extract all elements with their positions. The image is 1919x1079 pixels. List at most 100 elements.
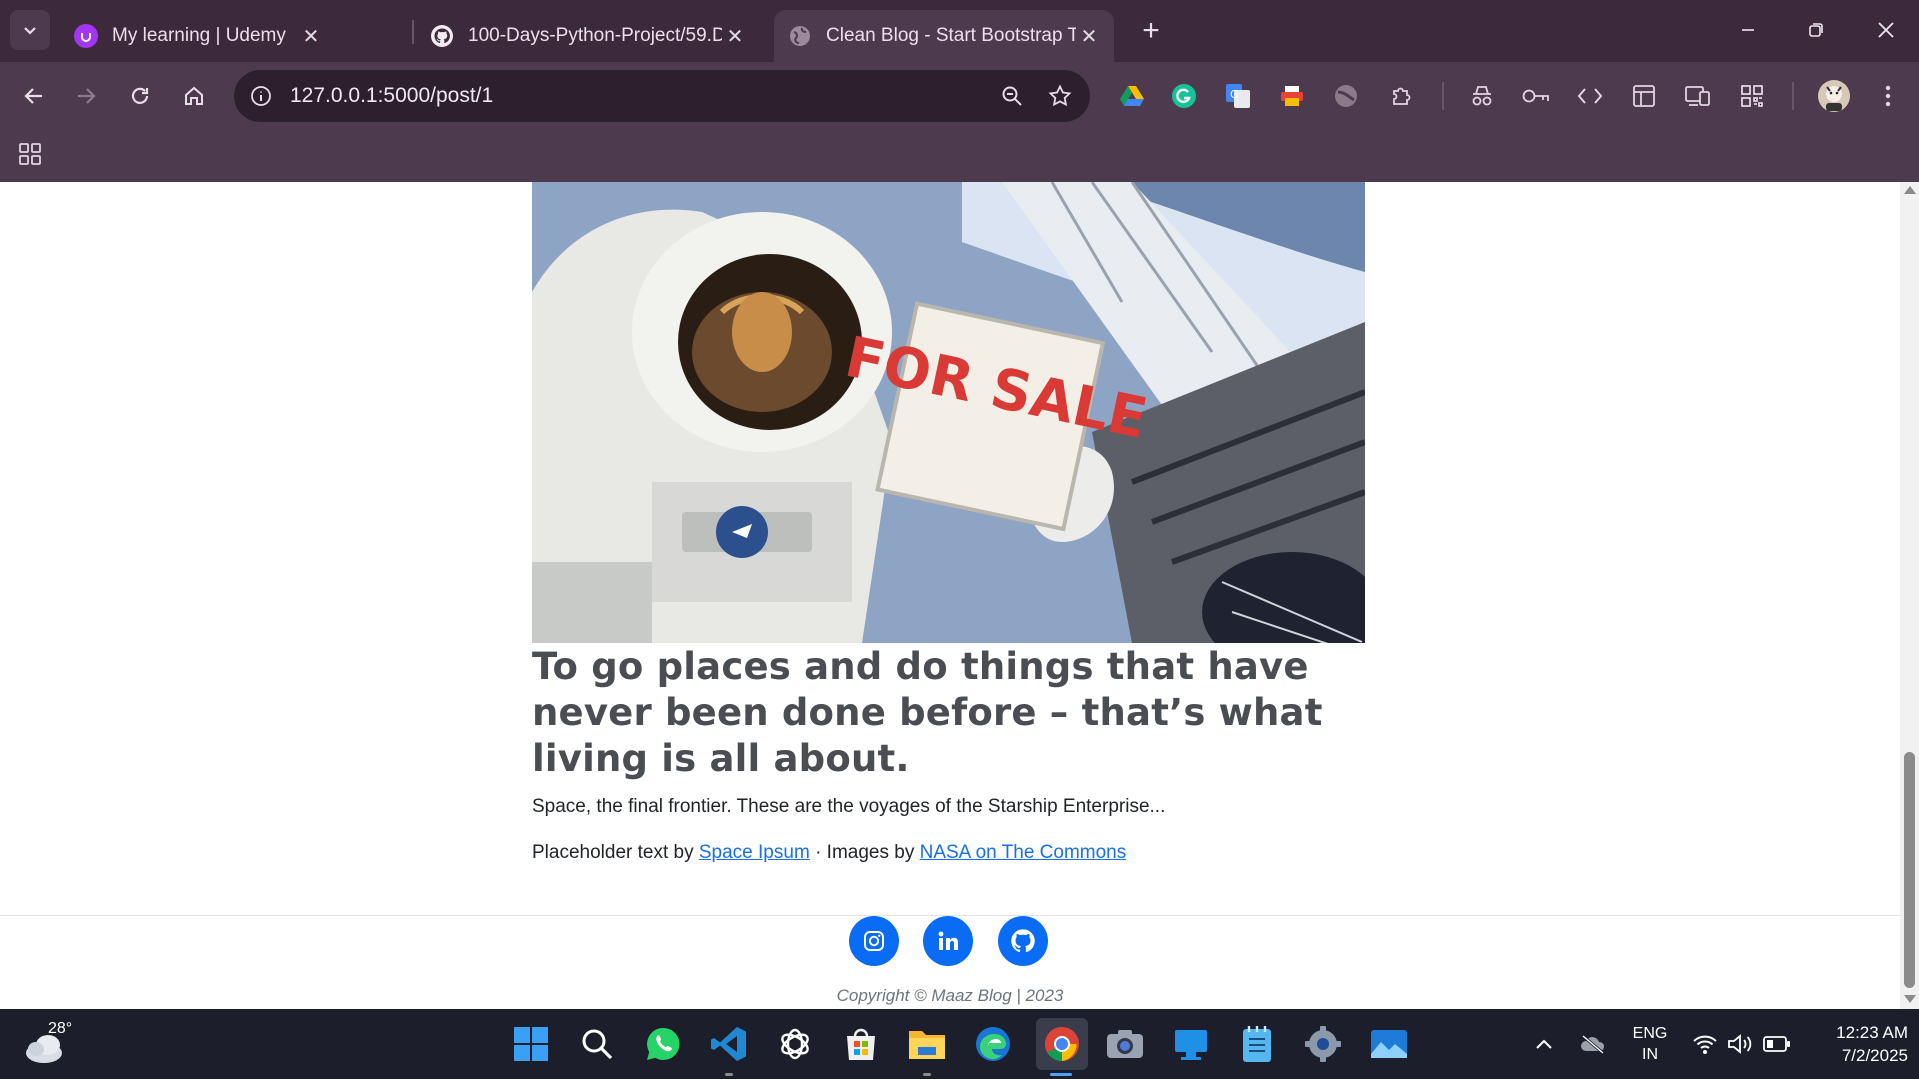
notepad-icon[interactable] [1236, 1023, 1278, 1065]
device-icon[interactable] [1680, 78, 1716, 114]
post-hero-image: FOR SALE [532, 182, 1365, 643]
tab-udemy[interactable]: My learning | Udemy ✕ [60, 10, 336, 62]
camera-icon[interactable] [1104, 1023, 1146, 1065]
credit-mid: · Images by [815, 842, 915, 863]
site-info-icon[interactable] [246, 81, 276, 111]
profile-avatar[interactable] [1814, 76, 1854, 116]
scroll-down-arrow-icon[interactable] [1904, 995, 1916, 1003]
region-code: IN [1642, 1046, 1658, 1063]
weather-widget[interactable]: 28° [24, 1019, 84, 1069]
page-viewport: FOR SALE To go places and do things that… [0, 182, 1919, 1009]
tab-title: 100-Days-Python-Project/59.Da [468, 25, 722, 46]
vscode-running-indicator [725, 1073, 733, 1076]
qr-icon[interactable] [1734, 78, 1770, 114]
photos-icon[interactable] [1368, 1023, 1410, 1065]
github-icon [1011, 929, 1035, 953]
close-icon[interactable]: ✕ [298, 23, 324, 49]
linkedin-button[interactable] [923, 916, 973, 966]
battery-icon[interactable] [1762, 1029, 1792, 1059]
close-icon[interactable]: ✕ [722, 23, 748, 49]
toolbar-divider [1792, 82, 1794, 110]
windows-taskbar: 28° ENG IN 12:23 AM 7/2/2025 [0, 1009, 1919, 1079]
page-scrollbar[interactable] [1900, 182, 1919, 1009]
vscode-icon[interactable] [708, 1023, 750, 1065]
grammarly-icon[interactable] [1166, 78, 1202, 114]
tab-divider [412, 20, 414, 44]
tab-title: My learning | Udemy [112, 25, 286, 46]
zoom-icon[interactable] [994, 78, 1030, 114]
windows-start-icon[interactable] [510, 1023, 552, 1065]
language-code: ENG [1632, 1025, 1668, 1042]
tab-github[interactable]: 100-Days-Python-Project/59.Da ✕ [416, 10, 760, 62]
reload-button[interactable] [120, 76, 160, 116]
microsoft-store-icon[interactable] [840, 1023, 882, 1065]
explorer-running-indicator [923, 1073, 931, 1076]
close-window-button[interactable] [1866, 10, 1906, 50]
tab-strip: My learning | Udemy ✕ 100-Days-Python-Pr… [0, 0, 1919, 62]
whatsapp-icon[interactable] [642, 1023, 684, 1065]
post-body: Space, the final frontier. These are the… [532, 796, 1166, 817]
post-credit: Placeholder text by Space Ipsum · Images… [532, 842, 1365, 864]
space-ipsum-link[interactable]: Space Ipsum [699, 842, 810, 863]
browser-toolbar: 127.0.0.1:5000/post/1 G [0, 62, 1919, 128]
globe-icon [788, 24, 812, 48]
browser-chrome: My learning | Udemy ✕ 100-Days-Python-Pr… [0, 0, 1919, 182]
minimize-icon [1742, 29, 1754, 31]
file-explorer-icon[interactable] [906, 1023, 948, 1065]
tab-clean-blog[interactable]: Clean Blog - Start Bootstrap The ✕ [774, 10, 1114, 62]
minimize-button[interactable] [1728, 10, 1768, 50]
arrow-left-icon [24, 88, 42, 104]
vpn-icon[interactable] [1328, 78, 1364, 114]
google-translate-icon[interactable]: G [1220, 78, 1256, 114]
language-indicator[interactable]: ENG IN [1626, 1023, 1674, 1065]
chatgpt-icon[interactable] [774, 1023, 816, 1065]
github-icon [430, 24, 454, 48]
bookmark-star-icon[interactable] [1042, 78, 1078, 114]
volume-icon[interactable] [1726, 1029, 1756, 1059]
url-text[interactable]: 127.0.0.1:5000/post/1 [290, 84, 994, 108]
close-icon [1878, 22, 1894, 38]
bookmarks-bar [0, 128, 1919, 182]
wifi-icon[interactable] [1690, 1029, 1720, 1059]
restore-button[interactable] [1796, 10, 1836, 50]
home-button[interactable] [174, 76, 214, 116]
search-icon[interactable] [576, 1023, 618, 1065]
credit-prefix: Placeholder text by [532, 842, 694, 863]
onedrive-offline-icon[interactable] [1578, 1029, 1608, 1059]
incognito-icon[interactable] [1464, 78, 1500, 114]
new-tab-button[interactable]: + [1134, 14, 1168, 48]
address-bar[interactable]: 127.0.0.1:5000/post/1 [234, 70, 1090, 122]
weather-temp: 28° [48, 1020, 73, 1037]
nasa-commons-link[interactable]: NASA on The Commons [920, 842, 1127, 863]
extensions-puzzle-icon[interactable] [1384, 78, 1420, 114]
system-clock[interactable]: 12:23 AM 7/2/2025 [1806, 1021, 1908, 1067]
instagram-button[interactable] [849, 916, 899, 966]
remote-desktop-icon[interactable] [1170, 1023, 1212, 1065]
post-content: To go places and do things that have nev… [532, 644, 1365, 864]
code-icon[interactable] [1572, 78, 1608, 114]
tab-search-button[interactable] [10, 10, 50, 50]
close-icon[interactable]: ✕ [1076, 23, 1102, 49]
linkedin-icon [938, 931, 958, 950]
table-icon[interactable] [1626, 78, 1662, 114]
scroll-thumb[interactable] [1904, 752, 1915, 988]
toolbar-divider [1442, 82, 1444, 110]
apps-grid-icon[interactable] [14, 138, 46, 170]
github-button[interactable] [998, 916, 1048, 966]
copyright-text: Copyright © Maaz Blog | 2023 [836, 986, 1064, 1005]
scroll-up-arrow-icon[interactable] [1904, 186, 1916, 194]
settings-gear-icon[interactable] [1302, 1023, 1344, 1065]
edge-icon[interactable] [972, 1023, 1014, 1065]
clock-time: 12:23 AM [1836, 1023, 1908, 1042]
menu-kebab-icon[interactable] [1870, 78, 1906, 114]
forward-button[interactable] [66, 76, 106, 116]
printer-icon[interactable] [1274, 78, 1310, 114]
chevron-up-icon[interactable] [1532, 1029, 1556, 1059]
chrome-active-indicator [1050, 1073, 1072, 1076]
password-key-icon[interactable] [1518, 78, 1554, 114]
tab-title: Clean Blog - Start Bootstrap The [826, 25, 1076, 46]
arrow-right-icon [78, 88, 96, 104]
google-drive-icon[interactable] [1114, 78, 1150, 114]
back-button[interactable] [14, 76, 54, 116]
chrome-icon[interactable] [1036, 1018, 1088, 1070]
